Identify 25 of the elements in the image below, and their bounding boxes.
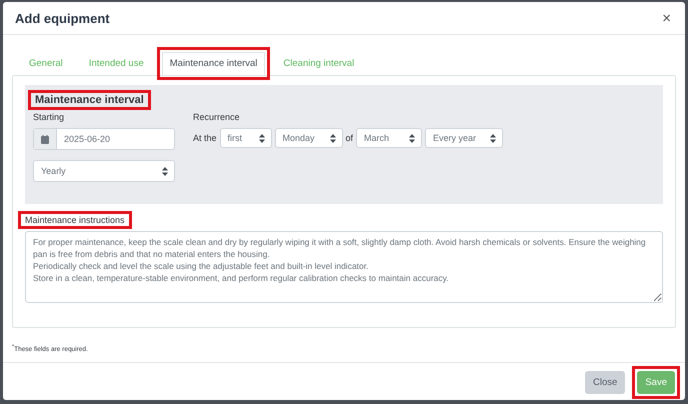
- ordinal-select[interactable]: first: [220, 128, 272, 148]
- section-title: Maintenance interval: [28, 90, 151, 110]
- date-field[interactable]: 2025-06-20: [33, 128, 175, 150]
- instructions-field[interactable]: For proper maintenance, keep the scale clean and dry by regularly wiping it with a soft, slightly damp cloth. Avoid harsh chemicals or solvents. Ensure the weighing pan is free from debris and that no material enters the housing. Periodically check and level the scale using the adjustable feet and built-in level indicator. Store in a clean, temperature-stable environment, and perform regular calibration checks to maintain accuracy.: [25, 231, 663, 303]
- tab[interactable]: General: [16, 47, 76, 80]
- frequency-select[interactable]: Yearly: [33, 160, 175, 182]
- caret-icon: [258, 134, 265, 142]
- repeat-select[interactable]: Every year: [425, 128, 504, 148]
- field-label: Starting: [33, 112, 66, 122]
- close-button[interactable]: ×: [660, 10, 673, 26]
- weekday-select[interactable]: Monday: [274, 128, 343, 148]
- tab[interactable]: Cleaning interval: [270, 47, 368, 80]
- caret-icon: [162, 166, 168, 176]
- caret-icon: [409, 134, 416, 142]
- recurrence-text: of: [346, 133, 354, 143]
- field-label: Recurrence: [193, 112, 241, 122]
- field-label: Maintenance instructions: [18, 211, 132, 229]
- tab[interactable]: Maintenance interval: [156, 47, 270, 80]
- caret-icon: [490, 134, 496, 142]
- calendar-icon: [41, 134, 49, 144]
- caret-icon: [330, 134, 336, 142]
- month-select[interactable]: March: [356, 128, 422, 148]
- recurrence-text: At the: [193, 133, 217, 143]
- dialog-title: Add equipment: [15, 10, 110, 26]
- tab[interactable]: Intended use: [76, 47, 157, 80]
